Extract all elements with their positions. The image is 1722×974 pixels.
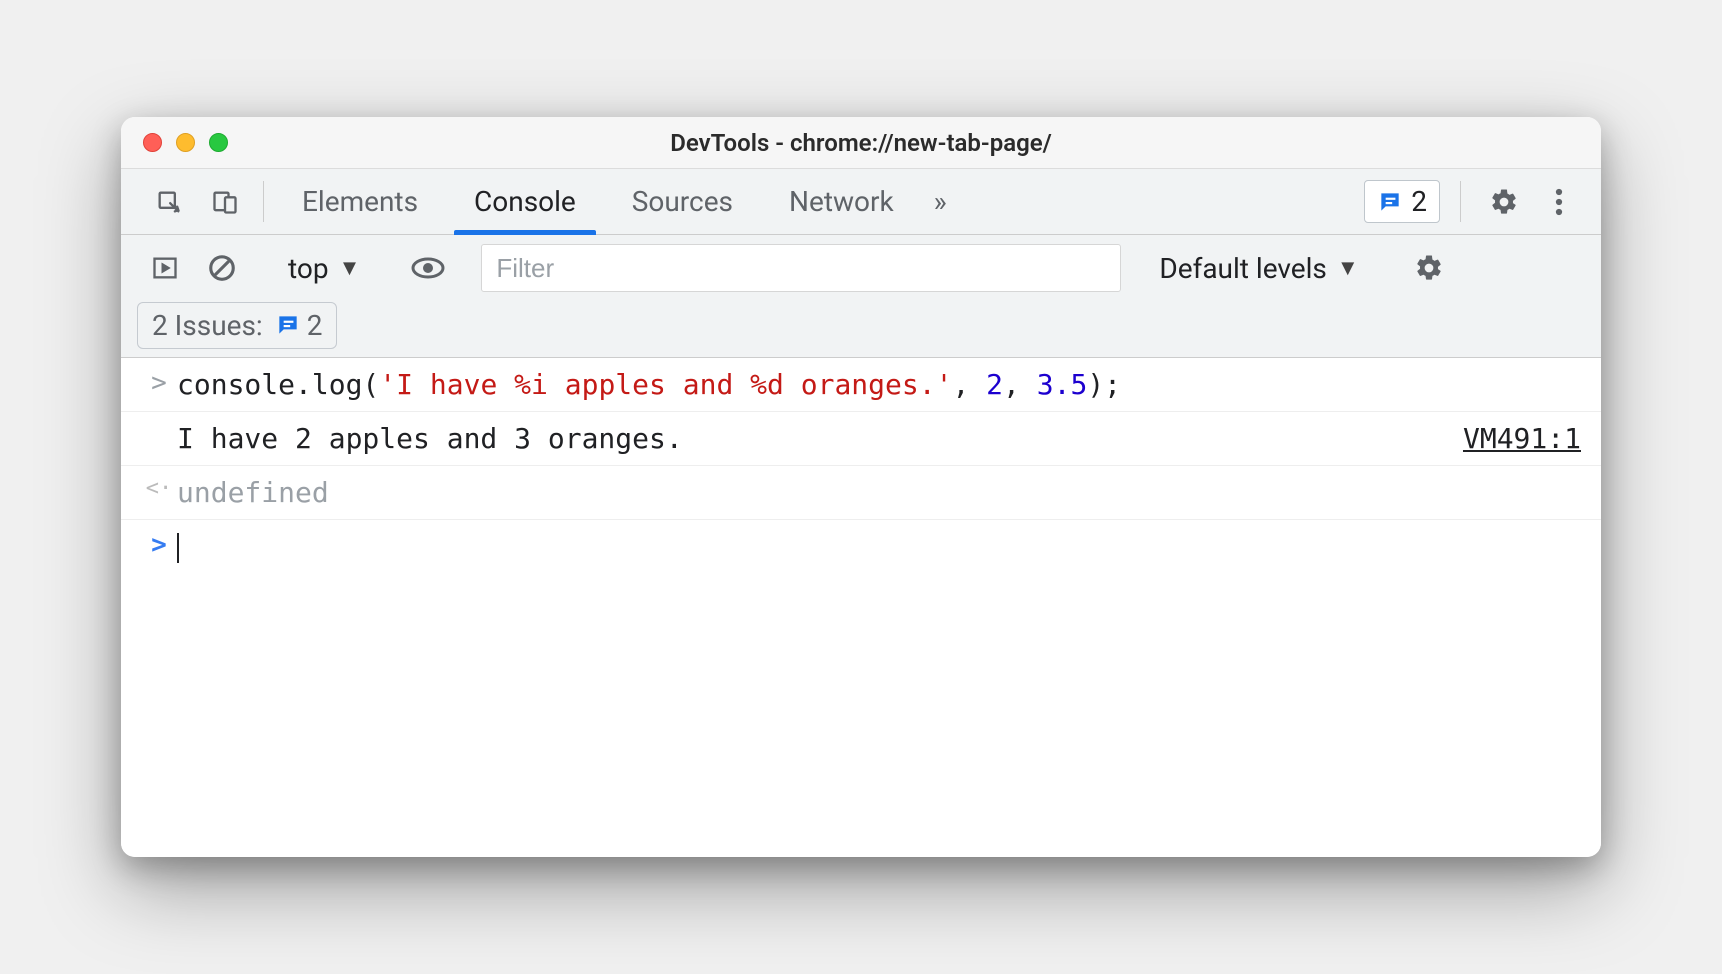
minimize-icon[interactable]	[176, 133, 195, 152]
console-output-text: I have 2 apples and 3 oranges.	[177, 422, 1443, 455]
issues-count: 2	[307, 309, 323, 342]
console-return-value: undefined	[177, 476, 1581, 509]
input-chevron-icon: >	[141, 368, 177, 398]
levels-label: Default levels	[1159, 252, 1327, 285]
tab-sources[interactable]: Sources	[604, 169, 761, 234]
live-expression-icon[interactable]	[397, 256, 459, 280]
console-settings-gear-icon[interactable]	[1396, 253, 1462, 283]
console-toolbar: top ▼ Default levels ▼ 2 Issues:	[121, 235, 1601, 358]
console-prompt-input[interactable]	[177, 530, 1581, 563]
dropdown-triangle-icon: ▼	[339, 255, 361, 281]
maximize-icon[interactable]	[209, 133, 228, 152]
return-chevron-icon: <·	[141, 476, 177, 501]
issues-label: 2 Issues:	[152, 309, 263, 342]
separator	[1460, 181, 1461, 222]
inspect-element-icon[interactable]	[141, 169, 197, 234]
settings-gear-icon[interactable]	[1471, 169, 1537, 234]
tabbar: Elements Console Sources Network » 2	[121, 169, 1601, 235]
context-label: top	[288, 252, 329, 285]
more-menu-icon[interactable]	[1537, 169, 1581, 234]
dropdown-triangle-icon: ▼	[1337, 255, 1359, 281]
tab-elements[interactable]: Elements	[274, 169, 446, 234]
devtools-window: DevTools - chrome://new-tab-page/ Elemen…	[121, 117, 1601, 857]
tab-more[interactable]: »	[922, 169, 959, 234]
device-toggle-icon[interactable]	[197, 169, 253, 234]
issues-chip[interactable]: 2 Issues: 2	[137, 302, 337, 349]
context-selector[interactable]: top ▼	[272, 252, 376, 285]
console-sidebar-toggle-icon[interactable]	[137, 254, 193, 282]
source-link[interactable]: VM491:1	[1463, 422, 1581, 455]
traffic-lights	[121, 133, 228, 152]
tab-console[interactable]: Console	[446, 169, 604, 234]
console-return-row: <· undefined	[121, 466, 1601, 520]
console-prompt-row[interactable]: >	[121, 520, 1601, 573]
window-title: DevTools - chrome://new-tab-page/	[121, 129, 1601, 157]
log-levels-selector[interactable]: Default levels ▼	[1143, 252, 1374, 285]
console-body[interactable]: > console.log('I have %i apples and %d o…	[121, 358, 1601, 857]
close-icon[interactable]	[143, 133, 162, 152]
clear-console-icon[interactable]	[193, 253, 251, 283]
console-input-code: console.log('I have %i apples and %d ora…	[177, 368, 1581, 401]
prompt-chevron-icon: >	[141, 530, 177, 560]
text-cursor-icon	[177, 533, 179, 563]
filter-input[interactable]	[481, 244, 1121, 292]
console-input-row: > console.log('I have %i apples and %d o…	[121, 358, 1601, 412]
issues-badge-count: 2	[1411, 185, 1427, 218]
tab-network[interactable]: Network	[761, 169, 922, 234]
titlebar: DevTools - chrome://new-tab-page/	[121, 117, 1601, 169]
separator	[263, 181, 264, 222]
issues-badge[interactable]: 2	[1364, 180, 1440, 223]
console-output-row: I have 2 apples and 3 oranges. VM491:1	[121, 412, 1601, 466]
